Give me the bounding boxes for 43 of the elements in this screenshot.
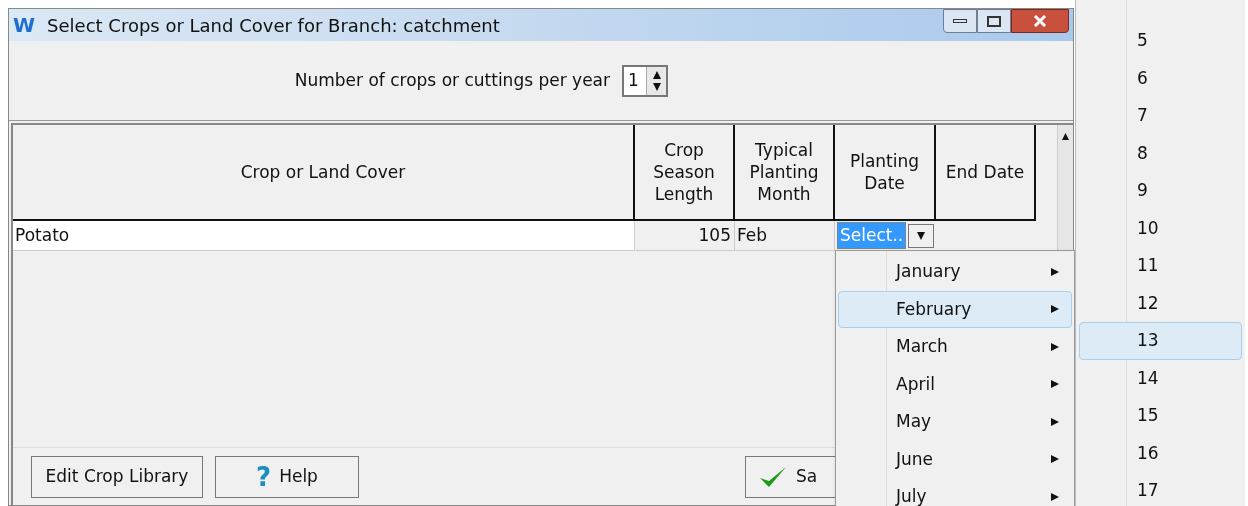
minimize-button[interactable]	[943, 9, 977, 33]
month-menu-item[interactable]: February	[838, 290, 1072, 328]
submenu-arrow-icon	[1051, 267, 1059, 276]
close-button[interactable]	[1011, 9, 1069, 33]
table-cell: Potato	[13, 221, 635, 250]
crops-per-year-label: Number of crops or cuttings per year	[294, 68, 610, 92]
table-cell: Feb	[735, 221, 835, 250]
table-cell: 105	[635, 221, 735, 250]
submenu-arrow-icon	[1051, 455, 1059, 464]
month-menu-item[interactable]: March	[838, 328, 1072, 366]
help-button[interactable]: ? Help	[215, 455, 359, 498]
month-menu-item[interactable]: May	[838, 403, 1072, 441]
day-menu-item[interactable]: 12	[1079, 284, 1242, 322]
day-menu-item[interactable]: 9	[1079, 172, 1242, 210]
app-logo-icon: W	[13, 10, 36, 40]
day-menu-item[interactable]: 15	[1079, 397, 1242, 435]
submenu-arrow-icon	[1051, 417, 1059, 426]
question-mark-icon: ?	[256, 463, 272, 490]
crops-per-year-spinner[interactable]: 1	[622, 64, 668, 97]
day-menu-item[interactable]: 14	[1079, 359, 1242, 397]
submenu-arrow-icon	[1051, 492, 1059, 501]
submenu-arrow-icon	[1051, 342, 1059, 351]
day-menu-item[interactable]: 16	[1079, 434, 1242, 472]
submenu-arrow-icon	[1051, 305, 1059, 314]
day-menu-item[interactable]: 7	[1079, 97, 1242, 135]
day-menu-item[interactable]: 6	[1079, 59, 1242, 97]
scroll-up-icon	[1062, 133, 1069, 140]
spinner-up-icon	[652, 70, 661, 79]
day-menu-item[interactable]: 10	[1079, 209, 1242, 247]
day-menu-item[interactable]: 8	[1079, 134, 1242, 172]
month-menu-item[interactable]: January	[838, 253, 1072, 291]
day-menu-item[interactable]: 5	[1079, 22, 1242, 60]
day-menu-item[interactable]: 17	[1079, 472, 1242, 506]
submenu-arrow-icon	[1051, 380, 1059, 389]
day-menu-item[interactable]: 11	[1079, 247, 1242, 285]
month-menu-item[interactable]: April	[838, 365, 1072, 403]
day-menu-item[interactable]: 13	[1079, 322, 1242, 360]
close-icon	[1033, 15, 1047, 27]
dropdown-arrow-icon	[917, 231, 925, 240]
window-title: Select Crops or Land Cover for Branch: catchment	[47, 13, 500, 38]
spinner-down-icon	[652, 82, 661, 91]
edit-library-button[interactable]: Edit Crop Library	[31, 455, 203, 498]
maximize-button[interactable]	[977, 9, 1011, 33]
